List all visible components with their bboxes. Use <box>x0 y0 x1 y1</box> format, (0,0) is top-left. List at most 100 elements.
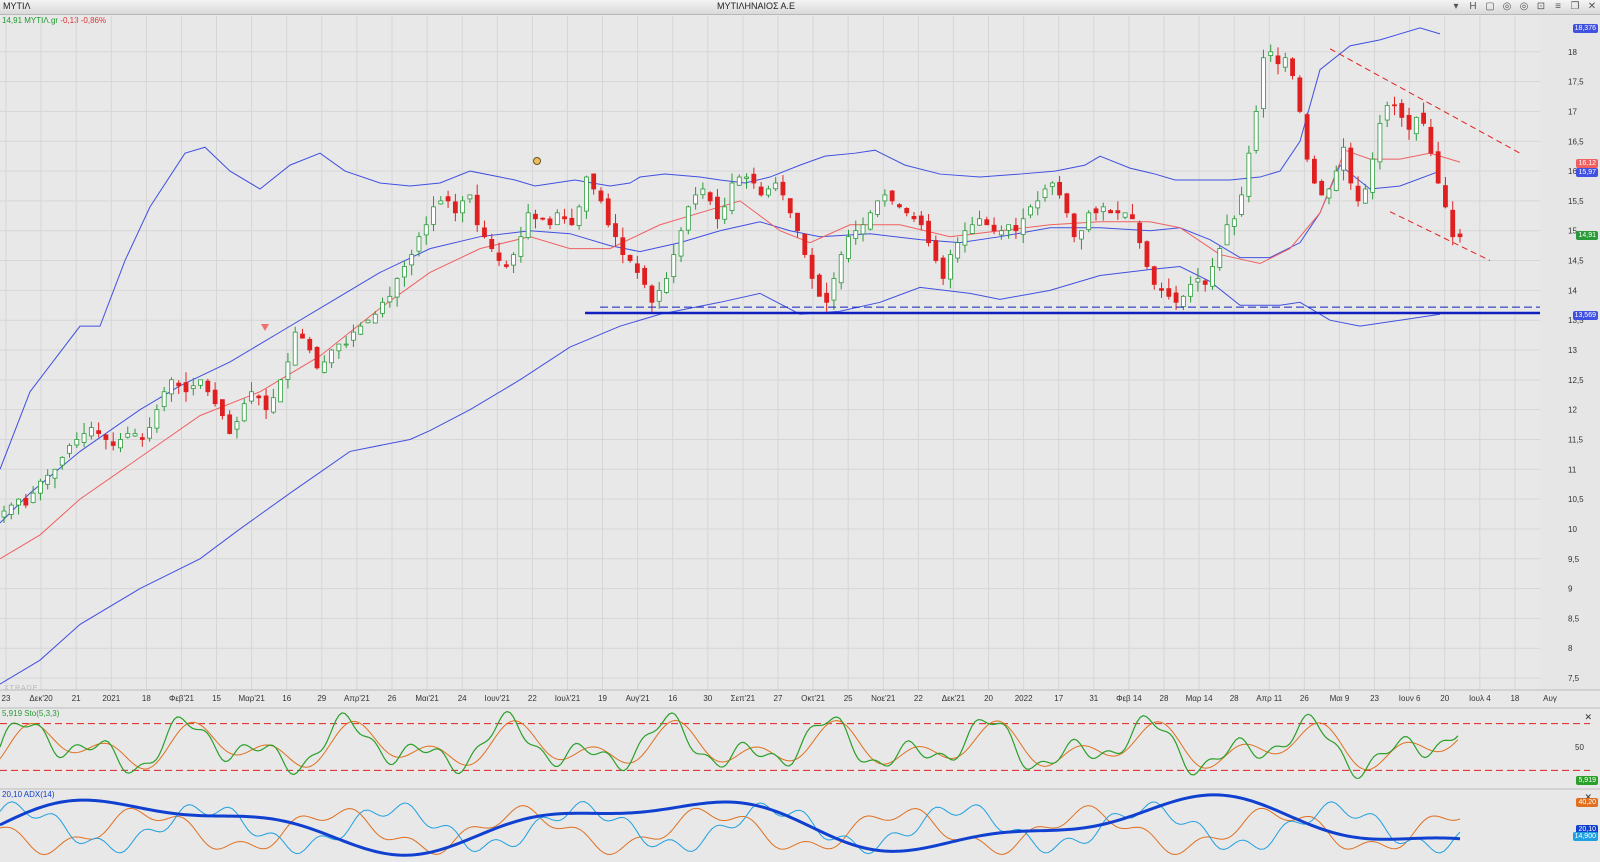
candle-body <box>846 236 851 259</box>
candle-body <box>685 206 691 231</box>
candle-body <box>1137 222 1143 244</box>
x-tick-label: Φεβ 14 <box>1116 694 1142 703</box>
candle-body <box>169 379 174 395</box>
candle-body <box>452 201 458 214</box>
x-tick-label: 22 <box>528 694 537 703</box>
candle-body <box>1377 122 1383 163</box>
x-tick-label: 19 <box>598 694 607 703</box>
candle-body <box>613 223 618 238</box>
x-tick-label: 23 <box>2 694 11 703</box>
chart-svg[interactable]: 1817,51716,51615,51514,51413,51312,51211… <box>0 0 1600 862</box>
candle-body <box>278 379 284 403</box>
axes: 1817,51716,51615,51514,51413,51312,51211… <box>0 16 1600 703</box>
x-tick-label: 2022 <box>1015 694 1033 703</box>
event-marker-icon <box>533 157 541 165</box>
candle-body <box>766 188 771 196</box>
stoch-value-tag: 5,919 <box>1576 776 1598 786</box>
price-tag: 15,97 <box>1576 167 1598 177</box>
candle-body <box>969 224 975 234</box>
candle-body <box>67 445 72 454</box>
candle-body <box>176 382 182 387</box>
triangle-marker-icon <box>261 324 269 331</box>
candle-body <box>758 186 764 196</box>
candle-body <box>744 176 749 179</box>
candle-body <box>1392 104 1397 107</box>
candle-body <box>816 274 822 297</box>
adx-panel <box>0 788 1600 858</box>
candle-body <box>707 192 713 202</box>
candle-body <box>525 212 531 239</box>
bollinger-lower <box>0 266 1441 685</box>
candle-body <box>933 240 939 261</box>
price-tag: 16,12 <box>1576 158 1598 168</box>
candle-body <box>1159 288 1164 291</box>
x-tick-label: Ιουλ'21 <box>555 694 581 703</box>
candle-body <box>118 439 123 449</box>
candle-body <box>627 254 633 261</box>
candle-body <box>482 227 487 238</box>
x-tick-label: Οκτ'21 <box>801 694 825 703</box>
y-tick-label: 18 <box>1568 48 1577 57</box>
candle-body <box>1035 200 1041 209</box>
candle-body <box>1421 112 1426 124</box>
candle-body <box>867 212 873 230</box>
candle-body <box>787 198 793 214</box>
candle-body <box>722 206 728 220</box>
price-tag: 18,376 <box>1572 24 1598 34</box>
candle-body <box>875 200 880 215</box>
candle-body <box>38 480 43 494</box>
candle-body <box>147 427 153 439</box>
candle-body <box>59 456 65 466</box>
candle-body <box>438 200 444 205</box>
candle-body <box>489 238 495 250</box>
candle-body <box>1261 57 1266 110</box>
x-tick-label: 18 <box>142 694 151 703</box>
x-tick-label: 23 <box>1370 694 1379 703</box>
price-tag: 14,91 <box>1576 231 1598 241</box>
candle-body <box>838 254 844 284</box>
candle-body <box>518 236 524 257</box>
x-tick-label: 20 <box>1440 694 1449 703</box>
candle-body <box>1231 218 1237 227</box>
candle-body <box>467 194 473 200</box>
candle-body <box>423 224 429 236</box>
candle-body <box>270 397 276 413</box>
candle-body <box>1268 51 1274 56</box>
x-tick-label: Απρ 11 <box>1256 694 1282 703</box>
candle-body <box>249 391 254 402</box>
candle-body <box>824 292 830 303</box>
candle-body <box>620 237 626 255</box>
candle-body <box>1348 147 1354 184</box>
candle-body <box>154 409 160 429</box>
candle-body <box>605 198 611 226</box>
x-tick-label: Μαρ 14 <box>1186 694 1214 703</box>
candle-body <box>991 224 997 232</box>
x-tick-label: 30 <box>703 694 712 703</box>
candle-body <box>1443 185 1448 208</box>
candle-body <box>1406 114 1412 130</box>
stoch-tick-50: 50 <box>1575 743 1584 752</box>
y-tick-label: 14 <box>1568 286 1577 295</box>
candle-body <box>926 220 931 244</box>
candle-body <box>1042 188 1048 199</box>
adx-value-tag: 14,900 <box>1572 832 1598 842</box>
candle-body <box>948 254 953 280</box>
candle-body <box>1122 212 1128 218</box>
x-tick-label: 20 <box>984 694 993 703</box>
x-tick-label: 16 <box>282 694 291 703</box>
candle-body <box>372 313 378 324</box>
y-tick-label: 17,5 <box>1568 78 1584 87</box>
x-tick-label: Σεπ'21 <box>731 694 756 703</box>
candle-body <box>1079 230 1084 240</box>
candle-body <box>198 379 203 386</box>
y-tick-label: 14,5 <box>1568 257 1584 266</box>
candle-body <box>460 200 466 214</box>
candle-body <box>1 510 7 518</box>
y-tick-label: 10 <box>1568 525 1577 534</box>
stoch-close-icon[interactable]: ✕ <box>1584 712 1592 723</box>
candle-body <box>853 230 859 239</box>
candle-body <box>955 242 961 259</box>
candle-body <box>8 504 14 515</box>
candle-body <box>911 215 917 220</box>
candle-body <box>1333 170 1339 191</box>
